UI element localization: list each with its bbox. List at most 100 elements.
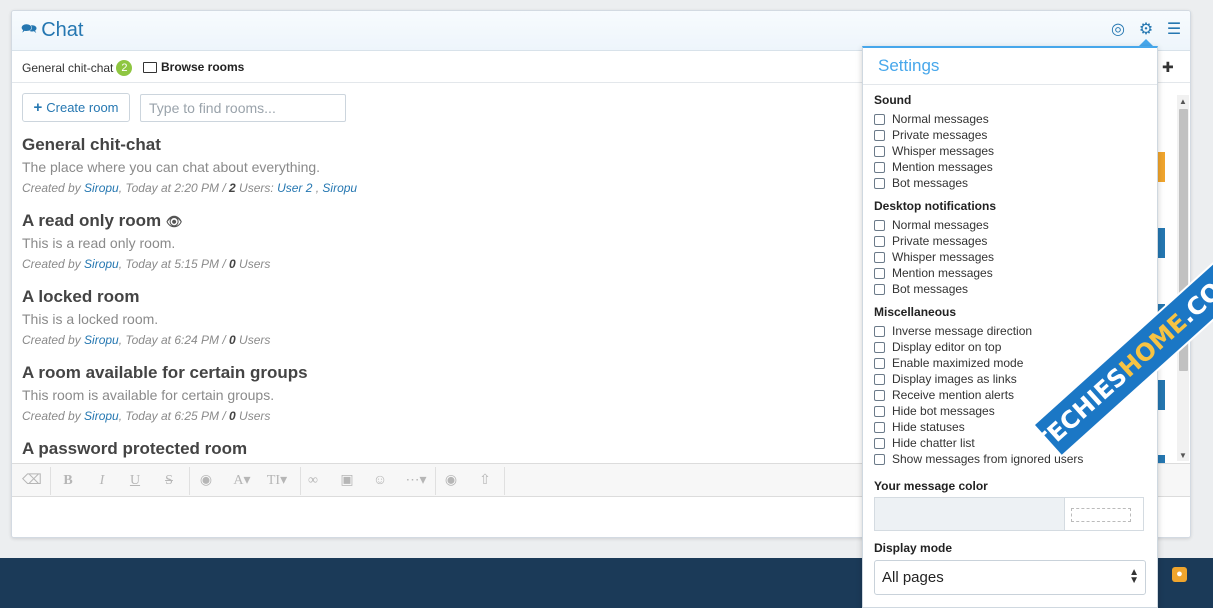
chat-title-text: Chat: [41, 19, 84, 41]
settings-title: Settings: [863, 48, 1157, 85]
option-label: Normal messages: [892, 218, 989, 232]
option-label: Receive mention alerts: [892, 388, 1015, 402]
checkbox[interactable]: [874, 161, 885, 173]
more-options-icon[interactable]: ⋯▾: [402, 471, 430, 491]
find-rooms-input[interactable]: [140, 94, 346, 122]
color-drop-icon[interactable]: ◉: [198, 471, 214, 491]
checkbox[interactable]: [874, 129, 885, 141]
sound-option[interactable]: Normal messages: [874, 111, 1157, 127]
desktop-option[interactable]: Bot messages: [874, 281, 1157, 297]
help-lifebuoy-icon[interactable]: ◎: [1109, 21, 1127, 39]
creator-link[interactable]: Siropu: [84, 257, 119, 271]
checkbox[interactable]: [874, 145, 885, 157]
rss-icon[interactable]: ●: [1172, 567, 1187, 582]
sound-option[interactable]: Bot messages: [874, 175, 1157, 191]
room-name[interactable]: A room available for certain groups: [22, 363, 308, 383]
display-mode-select[interactable]: All pages ▲ ▼: [874, 560, 1146, 595]
camera-icon[interactable]: ◉: [442, 471, 460, 491]
display-mode-title: Display mode: [874, 541, 953, 555]
room-item[interactable]: A password protected room: [22, 439, 247, 459]
bold-icon[interactable]: B: [60, 471, 76, 491]
tab-browse-label: Browse rooms: [161, 60, 245, 74]
menu-icon[interactable]: ☰: [1165, 21, 1183, 39]
checkbox[interactable]: [874, 251, 885, 263]
creator-link[interactable]: Siropu: [84, 181, 119, 195]
desktop-option[interactable]: Normal messages: [874, 217, 1157, 233]
link-icon[interactable]: ∞: [304, 471, 322, 491]
room-name[interactable]: General chit-chat: [22, 135, 357, 155]
strikethrough-icon[interactable]: S: [161, 471, 177, 491]
checkbox[interactable]: [874, 389, 885, 401]
meta-users-label: Users: [235, 333, 271, 347]
creator-link[interactable]: Siropu: [84, 409, 119, 423]
user-link[interactable]: Siropu: [322, 181, 357, 195]
checkbox[interactable]: [874, 235, 885, 247]
desktop-option[interactable]: Mention messages: [874, 265, 1157, 281]
add-user-icon[interactable]: ✚: [1162, 59, 1174, 76]
checkbox[interactable]: [874, 177, 885, 189]
settings-pointer: [1139, 39, 1153, 46]
room-item[interactable]: A read only room 👁 This is a read only r…: [22, 211, 270, 271]
desktop-option[interactable]: Whisper messages: [874, 249, 1157, 265]
checkbox[interactable]: [874, 283, 885, 295]
room-name[interactable]: A password protected room: [22, 439, 247, 459]
creator-link[interactable]: Siropu: [84, 333, 119, 347]
upload-icon[interactable]: ⇧: [476, 471, 494, 491]
room-item[interactable]: A locked room This is a locked room. Cre…: [22, 287, 270, 347]
checkbox[interactable]: [874, 421, 885, 433]
checkbox[interactable]: [874, 405, 885, 417]
option-label: Inverse message direction: [892, 324, 1033, 338]
italic-icon[interactable]: I: [94, 471, 110, 491]
font-family-icon[interactable]: A▾: [228, 471, 256, 491]
sound-option[interactable]: Whisper messages: [874, 143, 1157, 159]
color-value-field[interactable]: [874, 497, 1064, 531]
meta-prefix: Created by: [22, 333, 85, 347]
room-item[interactable]: General chit-chat The place where you ca…: [22, 135, 357, 195]
misc-option[interactable]: Inverse message direction: [874, 323, 1157, 339]
room-name-text: A read only room: [22, 211, 162, 230]
option-label: Display editor on top: [892, 340, 1002, 354]
tab-general-label: General chit-chat: [22, 61, 114, 75]
color-swatch[interactable]: [1064, 497, 1144, 531]
settings-gears-icon[interactable]: ⚙: [1137, 21, 1155, 39]
select-arrows-icon: ▲ ▼: [1129, 567, 1139, 586]
checkbox[interactable]: [874, 373, 885, 385]
misc-option[interactable]: Hide chatter list: [874, 435, 1157, 451]
underline-icon[interactable]: U: [127, 471, 143, 491]
scroll-down-icon[interactable]: ▼: [1179, 451, 1187, 460]
misc-option[interactable]: Show messages from ignored users: [874, 451, 1157, 467]
sound-section-title: Sound: [874, 93, 912, 107]
room-item[interactable]: A room available for certain groups This…: [22, 363, 308, 423]
room-name[interactable]: A read only room 👁: [22, 211, 270, 231]
smiley-icon[interactable]: ☺: [371, 471, 389, 491]
sound-option[interactable]: Private messages: [874, 127, 1157, 143]
checkbox[interactable]: [874, 267, 885, 279]
checkbox[interactable]: [874, 453, 885, 465]
toolbar-separator: [50, 467, 51, 495]
user-link[interactable]: User 2: [277, 181, 312, 195]
eraser-icon[interactable]: ⌫: [22, 471, 42, 491]
checkbox[interactable]: [874, 219, 885, 231]
option-label: Enable maximized mode: [892, 356, 1024, 370]
misc-option[interactable]: Hide statuses: [874, 419, 1157, 435]
create-room-button[interactable]: + Create room: [22, 93, 130, 122]
room-name[interactable]: A locked room: [22, 287, 270, 307]
checkbox[interactable]: [874, 437, 885, 449]
message-color-picker[interactable]: [874, 497, 1144, 531]
checkbox[interactable]: [874, 325, 885, 337]
image-icon[interactable]: ▣: [338, 471, 356, 491]
font-size-icon[interactable]: TI▾: [262, 471, 292, 491]
checkbox[interactable]: [874, 341, 885, 353]
checkbox[interactable]: [874, 357, 885, 369]
scroll-up-icon[interactable]: ▲: [1179, 97, 1187, 106]
sound-option[interactable]: Mention messages: [874, 159, 1157, 175]
tab-general-chit-chat[interactable]: General chit-chat 2: [22, 60, 133, 76]
message-color-title: Your message color: [874, 479, 988, 493]
meta-time: , Today at 6:24 PM /: [118, 333, 230, 347]
settings-dropdown: Settings Sound Normal messages Private m…: [862, 46, 1158, 608]
meta-user-count: 0: [229, 333, 236, 347]
checkbox[interactable]: [874, 113, 885, 125]
option-label: Hide statuses: [892, 420, 965, 434]
desktop-option[interactable]: Private messages: [874, 233, 1157, 249]
tab-browse-rooms[interactable]: Browse rooms: [143, 60, 244, 74]
